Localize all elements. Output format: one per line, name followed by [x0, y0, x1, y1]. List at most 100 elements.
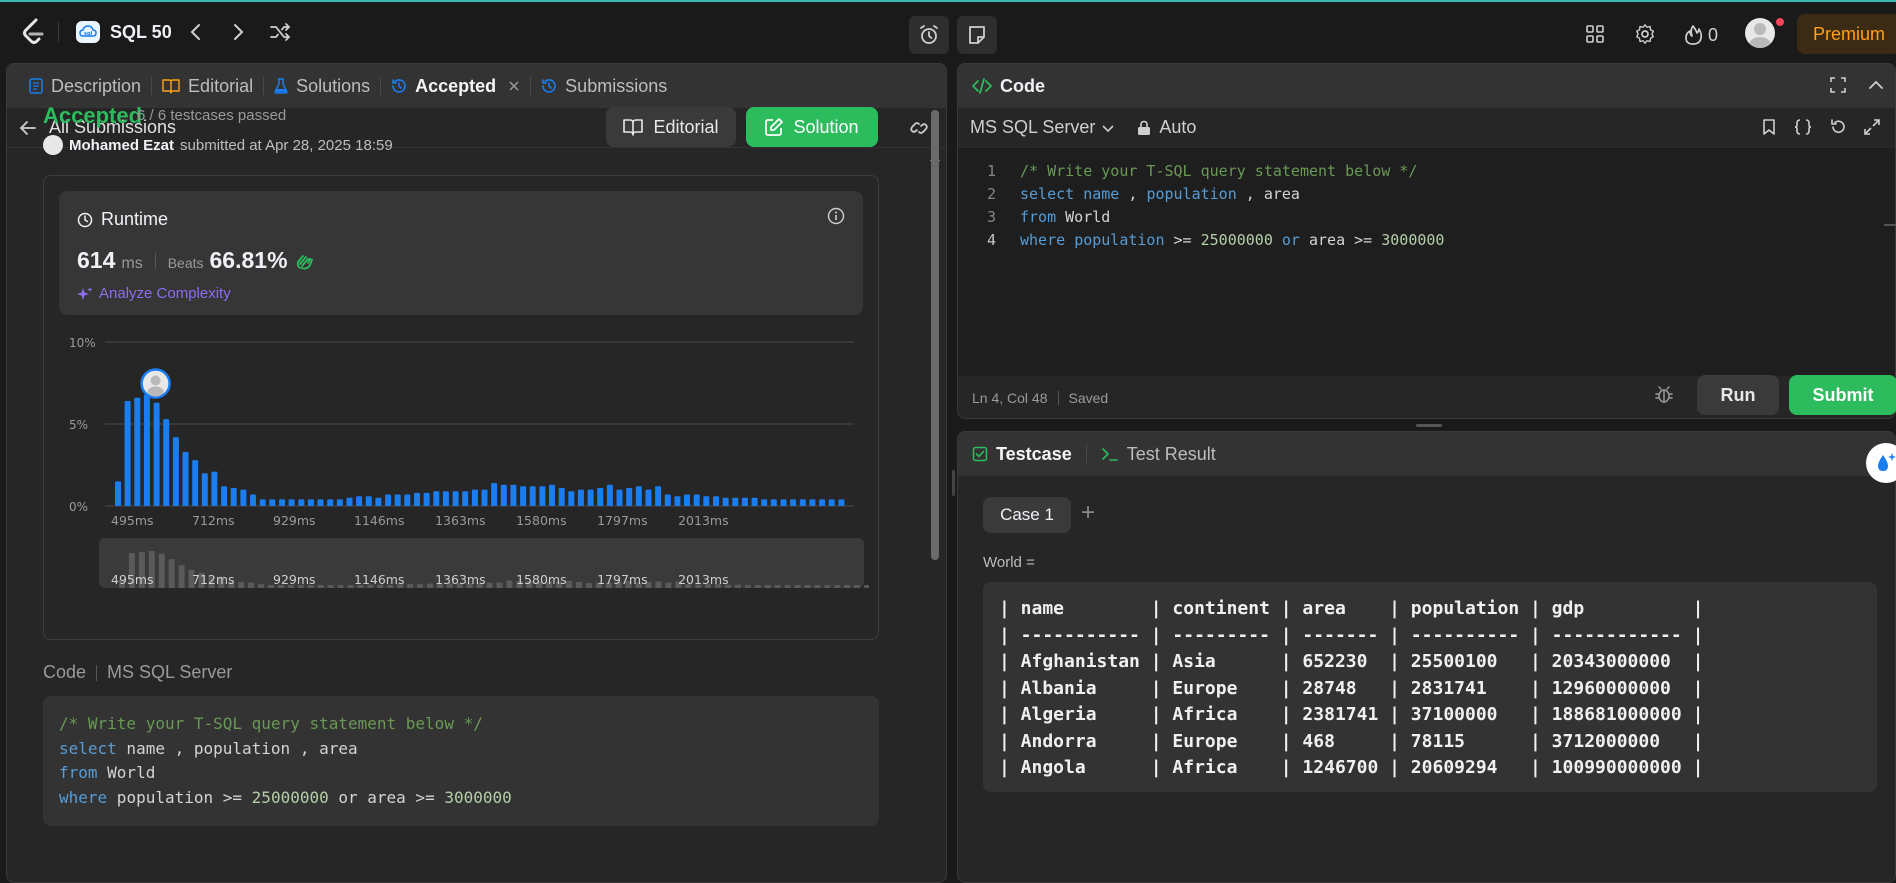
- prev-problem-button[interactable]: [184, 20, 208, 44]
- code-token: population >=: [107, 787, 252, 807]
- range-selector-bar: [417, 584, 423, 588]
- range-selector-bar: [854, 585, 861, 588]
- language-selector[interactable]: MS SQL Server: [970, 117, 1115, 138]
- notes-button[interactable]: [957, 16, 997, 54]
- fullscreen-icon[interactable]: [1863, 118, 1881, 136]
- panel-resize-handle[interactable]: [952, 470, 955, 496]
- shuffle-icon[interactable]: [268, 20, 292, 44]
- chart-bar: [250, 494, 256, 506]
- reset-icon[interactable]: [1829, 118, 1847, 136]
- user-position-avatar-body: [147, 386, 164, 397]
- submitter-info: Mohamed Ezat submitted at Apr 28, 2025 1…: [43, 135, 393, 155]
- format-braces-icon[interactable]: [1793, 118, 1813, 136]
- close-tab-icon[interactable]: [508, 80, 520, 92]
- auto-complete-toggle[interactable]: Auto: [1137, 117, 1196, 138]
- next-problem-button[interactable]: [226, 20, 250, 44]
- range-selector-bar: [665, 582, 672, 588]
- left-scrollbar-thumb[interactable]: [931, 110, 939, 560]
- runtime-value: 614: [77, 247, 116, 273]
- range-selector-bar: [585, 583, 592, 588]
- maximize-icon[interactable]: [1829, 76, 1847, 94]
- editor-toolbar: MS SQL Server Auto: [958, 108, 1895, 148]
- range-selector-bar: [427, 583, 433, 588]
- submitter-name[interactable]: Mohamed Ezat: [69, 137, 174, 154]
- chart-bar: [828, 499, 835, 506]
- top-bar: sql SQL 50 0 Premium: [0, 2, 1896, 62]
- info-icon[interactable]: [827, 207, 845, 225]
- clock-icon: [77, 212, 93, 227]
- chart-bar: [143, 394, 150, 506]
- tab-submissions[interactable]: Submissions: [531, 76, 677, 97]
- chart-bar: [481, 489, 488, 506]
- solution-button[interactable]: Solution: [746, 107, 878, 147]
- x-tick-label: 929ms: [273, 513, 316, 528]
- streak-counter[interactable]: 0: [1684, 24, 1718, 46]
- editor-token: where: [1020, 231, 1066, 249]
- chart-bar: [510, 484, 517, 506]
- editor-token: population: [1074, 231, 1165, 249]
- layout-grid-icon[interactable]: [1583, 22, 1607, 46]
- back-arrow-icon[interactable]: [19, 120, 37, 136]
- tab-testcase[interactable]: Testcase: [972, 444, 1072, 465]
- chart-bar: [423, 492, 430, 506]
- submitter-avatar[interactable]: [43, 135, 63, 155]
- add-testcase-icon[interactable]: +: [1081, 499, 1095, 527]
- line-content: select name , population , area: [1020, 183, 1300, 206]
- chart-bar: [790, 499, 797, 506]
- settings-gear-icon[interactable]: [1633, 22, 1657, 46]
- editorial-button[interactable]: Editorial: [606, 107, 736, 147]
- runtime-card[interactable]: Runtime 614 ms Beats 66.81% Analyze Comp…: [59, 191, 863, 315]
- analyze-complexity-link[interactable]: Analyze Complexity: [77, 285, 231, 302]
- tab-test-result[interactable]: Test Result: [1101, 444, 1216, 465]
- chart-bar: [606, 484, 613, 506]
- tab-solutions[interactable]: Solutions: [264, 76, 380, 97]
- case-1-tab[interactable]: Case 1: [983, 497, 1071, 533]
- tab-editorial[interactable]: Editorial: [152, 76, 263, 97]
- tab-description[interactable]: Description: [19, 76, 151, 97]
- premium-button[interactable]: Premium: [1797, 14, 1896, 54]
- editor-line[interactable]: 4 where population >= 25000000 or area >=…: [958, 229, 1895, 252]
- runtime-unit: ms: [121, 255, 143, 272]
- code-token: or area >=: [328, 787, 445, 807]
- world-table-input[interactable]: | name | continent | area | population |…: [983, 582, 1877, 792]
- editor-line[interactable]: 2 select name , population , area: [958, 183, 1895, 206]
- editor-line[interactable]: 1 /* Write your T-SQL query statement bel…: [958, 160, 1895, 183]
- bookmark-icon[interactable]: [1761, 118, 1777, 136]
- study-plan-title[interactable]: sql SQL 50: [76, 21, 172, 43]
- range-selector-bar: [337, 585, 344, 588]
- chart-bar: [809, 499, 816, 506]
- editor-line[interactable]: 3 from World: [958, 206, 1895, 229]
- line-content: where population >= 25000000 or area >= …: [1020, 229, 1444, 252]
- table-text-line: | Algeria | Africa | 2381741 | 37100000 …: [999, 704, 1704, 725]
- range-selector-bar: [834, 585, 841, 588]
- submit-button[interactable]: Submit: [1789, 375, 1896, 415]
- range-selector-bar: [178, 565, 185, 588]
- code-line: /* Write your T-SQL query statement belo…: [59, 712, 863, 737]
- testcase-tabs: Testcase Test Result: [958, 432, 1895, 476]
- user-avatar[interactable]: [1745, 18, 1775, 48]
- range-selector-label: 1797ms: [597, 572, 648, 587]
- range-selector-bar: [864, 585, 869, 588]
- chart-bar: [616, 489, 623, 506]
- range-selector-bar: [347, 585, 354, 588]
- collapse-chevron-icon[interactable]: [1867, 76, 1885, 94]
- editor-token: or: [1281, 231, 1300, 249]
- vertical-resize-handle[interactable]: [1416, 424, 1442, 427]
- chart-bar: [500, 484, 507, 506]
- runtime-values: 614 ms Beats 66.81%: [77, 247, 314, 274]
- tab-accepted[interactable]: Accepted: [381, 76, 530, 97]
- range-selector-bar: [754, 585, 761, 588]
- chart-bar: [703, 496, 710, 506]
- code-token: /* Write your T-SQL query statement belo…: [59, 714, 483, 733]
- run-button[interactable]: Run: [1697, 375, 1779, 415]
- code-editor[interactable]: 1 /* Write your T-SQL query statement bel…: [958, 150, 1895, 370]
- timer-button[interactable]: [909, 16, 949, 54]
- range-selector-bar: [506, 580, 513, 588]
- debug-bug-icon[interactable]: [1654, 385, 1674, 405]
- book-icon: [162, 79, 180, 94]
- leetcode-logo-icon[interactable]: [20, 18, 46, 46]
- editor-token: /* Write your T-SQL query statement belo…: [1020, 162, 1418, 180]
- chevron-down-icon: [1102, 124, 1114, 132]
- runtime-distribution-chart[interactable]: 10% 5% 0% 495ms 712ms 929ms 1146ms 1363ms 1580ms…: [59, 326, 869, 626]
- range-selector-bar: [844, 585, 851, 588]
